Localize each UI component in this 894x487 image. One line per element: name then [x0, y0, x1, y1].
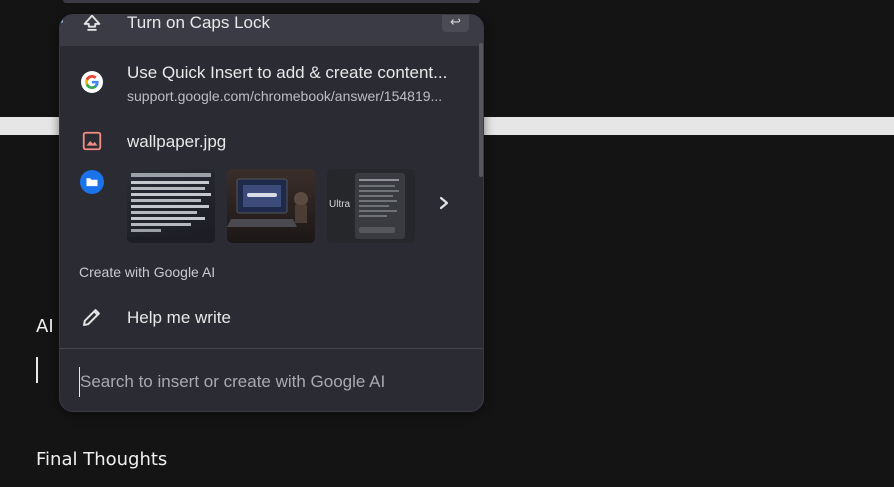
image-file-icon: [80, 129, 104, 153]
picker-divider: [60, 348, 483, 349]
section-label-create-with-ai: Create with Google AI: [79, 264, 216, 280]
wallpaper-file-name: wallpaper.jpg: [127, 132, 227, 151]
caps-lock-icon: [80, 15, 104, 35]
chevron-right-icon[interactable]: [434, 193, 454, 213]
folder-icon: [80, 170, 104, 194]
pencil-icon: [80, 305, 104, 329]
picker-item-quick-insert-help[interactable]: Use Quick Insert to add & create content…: [60, 48, 483, 108]
document-heading-final-thoughts: Final Thoughts: [36, 449, 168, 470]
quick-insert-help-url: support.google.com/chromebook/answer/154…: [127, 88, 443, 104]
quick-insert-search-input[interactable]: [79, 367, 462, 397]
help-me-write-label: Help me write: [127, 308, 231, 327]
menu-edge-above: [63, 0, 480, 3]
document-line-ai: AI: [36, 316, 54, 337]
laptop-photo-thumbnail[interactable]: [227, 169, 315, 243]
picker-item-wallpaper[interactable]: wallpaper.jpg: [60, 123, 483, 159]
spreadsheet-thumbnail[interactable]: [127, 169, 215, 243]
ultra-thumbnail-label: Ultra: [329, 199, 351, 210]
picker-recent-files: Ultra: [60, 165, 483, 255]
picker-item-caps-lock[interactable]: Turn on Caps Lock ↩: [60, 14, 483, 46]
enter-key-hint: ↩: [442, 15, 469, 32]
quick-insert-picker: Turn on Caps Lock ↩ Use Quick Insert to …: [59, 14, 484, 412]
document-text-cursor: [36, 357, 38, 383]
picker-scrollbar[interactable]: [479, 43, 483, 177]
ultra-screenshot-thumbnail[interactable]: Ultra: [327, 169, 415, 243]
selection-indicator: [60, 15, 63, 23]
caps-lock-label: Turn on Caps Lock: [127, 14, 270, 32]
quick-insert-help-title: Use Quick Insert to add & create content…: [127, 63, 448, 82]
picker-item-help-me-write[interactable]: Help me write: [60, 299, 483, 339]
google-icon: [80, 70, 104, 94]
